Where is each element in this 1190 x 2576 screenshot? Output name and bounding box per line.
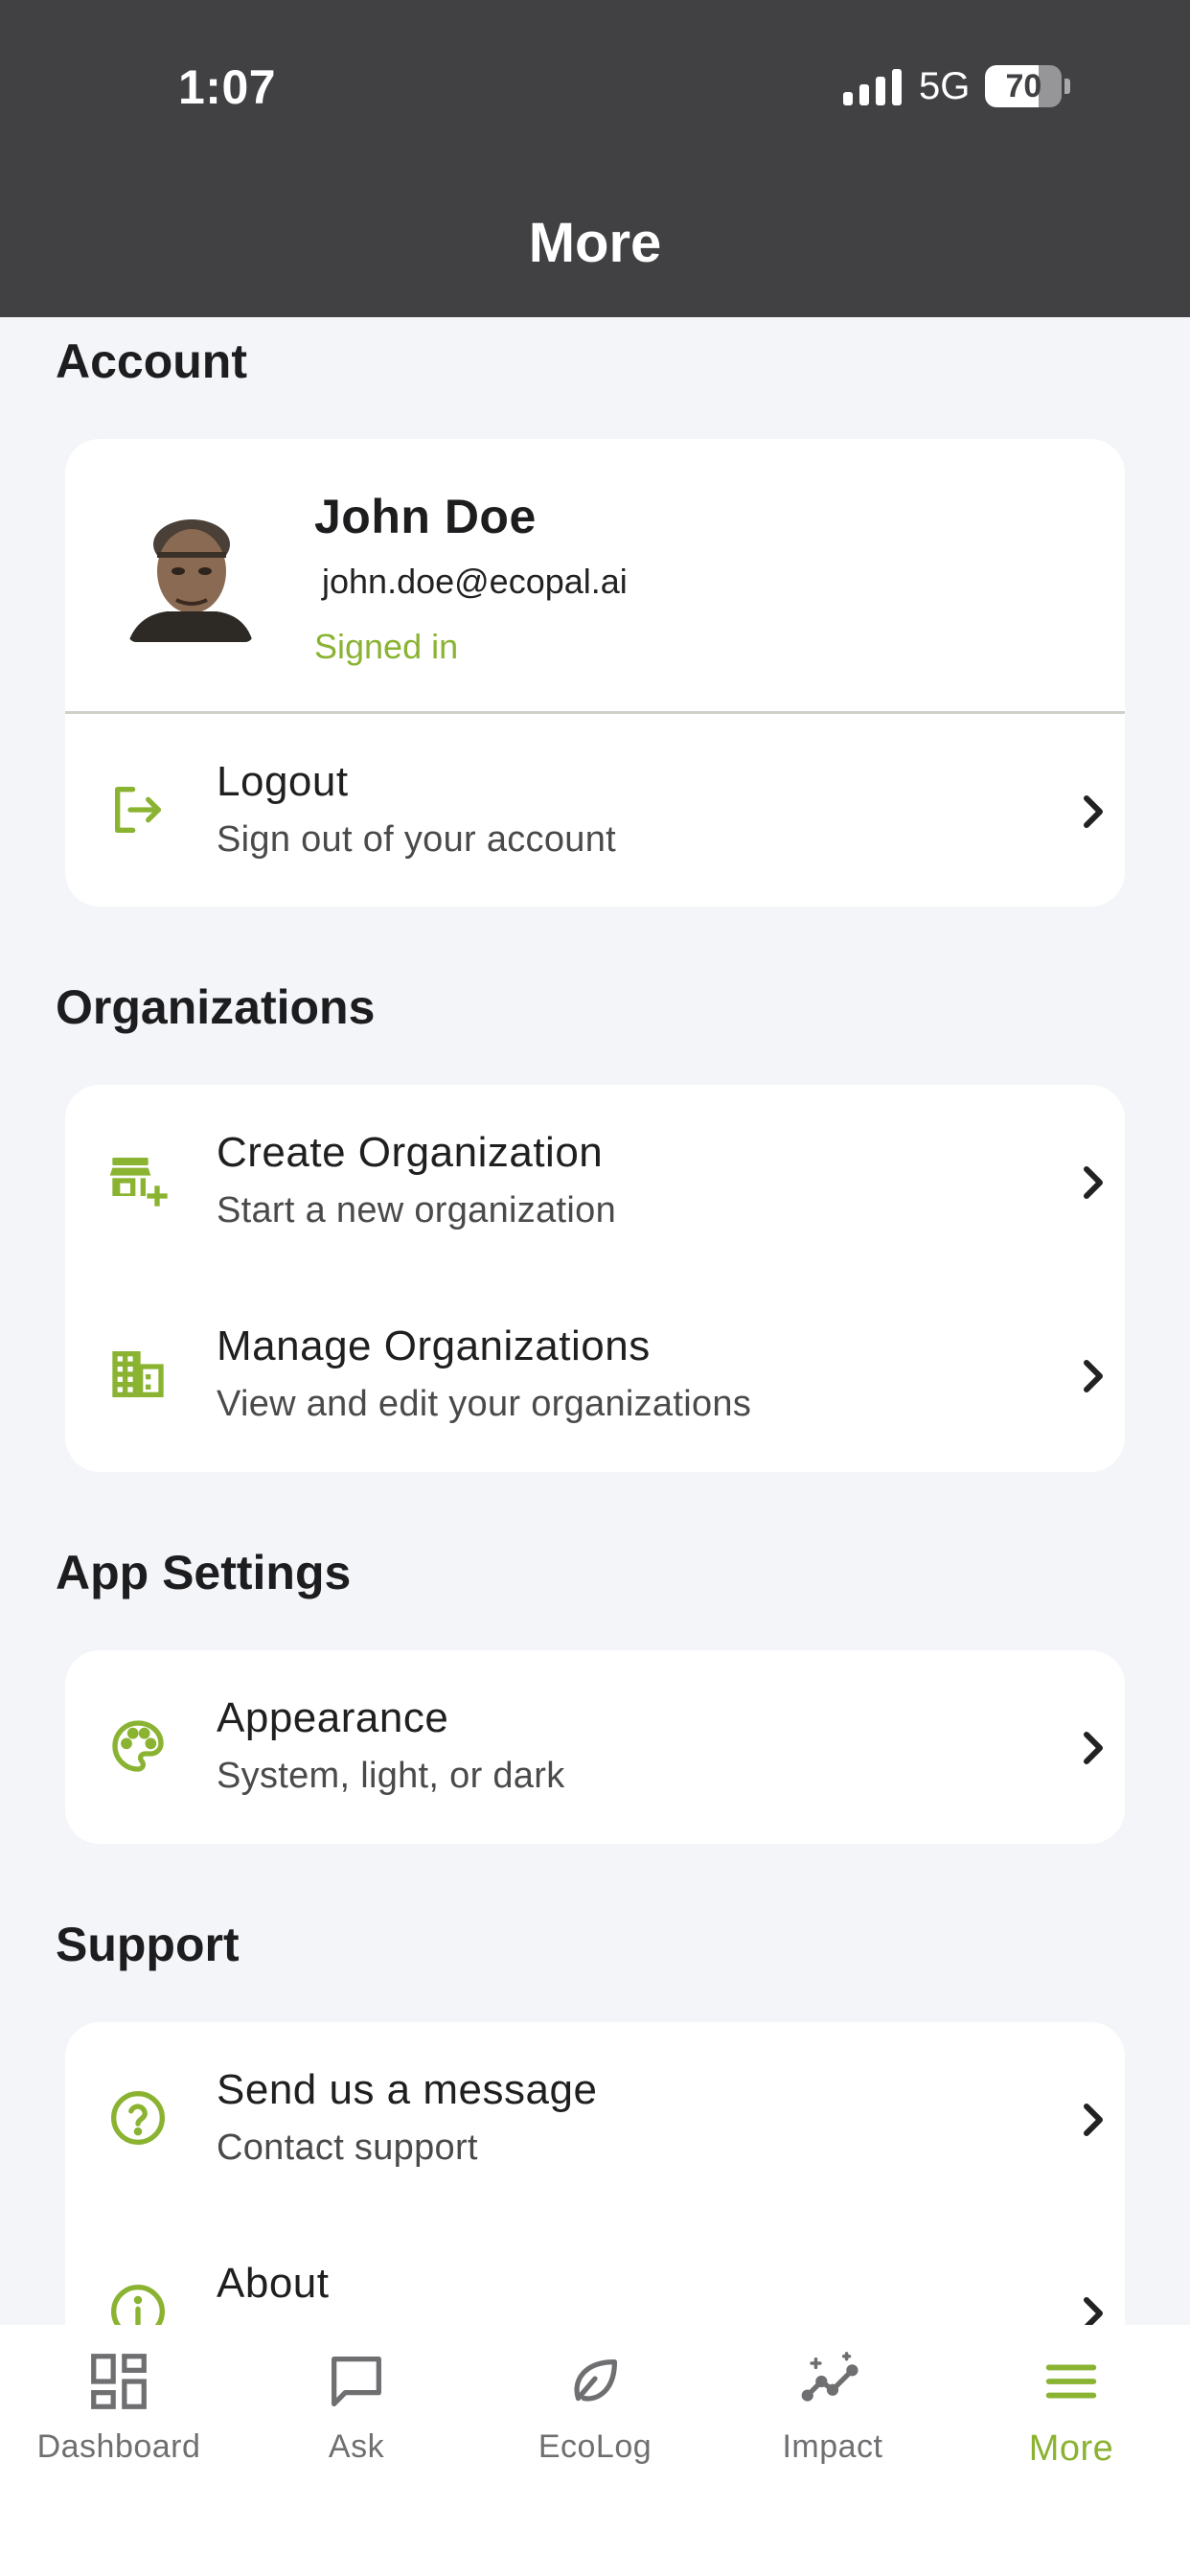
battery-nub	[1064, 79, 1071, 94]
tab-label: Impact	[782, 2428, 883, 2465]
appearance-row[interactable]: Appearance System, light, or dark	[65, 1650, 1125, 1844]
tab-ecolog[interactable]: EcoLog	[476, 2348, 714, 2501]
status-time: 1:07	[178, 60, 277, 114]
logout-subtitle: Sign out of your account	[217, 819, 617, 860]
chevron-right-icon	[1073, 1160, 1111, 1206]
palette-icon	[107, 1715, 169, 1777]
app-header: 1:07 5G 70 More	[0, 0, 1190, 317]
appearance-subtitle: System, light, or dark	[217, 1756, 565, 1796]
building-icon	[107, 1344, 169, 1405]
section-title-organizations: Organizations	[56, 980, 376, 1034]
chevron-right-icon	[1073, 789, 1111, 835]
tab-label: Ask	[328, 2428, 385, 2465]
profile-email: john.doe@ecopal.ai	[322, 562, 628, 601]
create-organization-row[interactable]: Create Organization Start a new organiza…	[65, 1085, 1125, 1278]
logout-title: Logout	[217, 758, 349, 805]
battery-icon: 70	[985, 65, 1063, 107]
section-title-app-settings: App Settings	[56, 1546, 352, 1599]
organizations-card: Create Organization Start a new organiza…	[65, 1085, 1125, 1472]
section-title-support: Support	[56, 1918, 240, 1971]
logout-row[interactable]: Logout Sign out of your account	[65, 714, 1125, 907]
signal-icon	[843, 67, 902, 105]
manage-organizations-row[interactable]: Manage Organizations View and edit your …	[65, 1278, 1125, 1472]
bottom-tab-bar: Dashboard Ask EcoLog Impact More	[0, 2325, 1190, 2576]
dashboard-icon	[85, 2348, 152, 2415]
about-title: About	[217, 2260, 330, 2307]
tab-more[interactable]: More	[952, 2348, 1190, 2501]
tab-ask[interactable]: Ask	[238, 2348, 475, 2501]
create-organization-title: Create Organization	[217, 1129, 604, 1176]
avatar	[128, 508, 253, 642]
app-settings-card: Appearance System, light, or dark	[65, 1650, 1125, 1844]
page-title: More	[528, 212, 662, 274]
chat-icon	[323, 2348, 390, 2415]
chevron-right-icon	[1073, 1725, 1111, 1771]
profile-summary[interactable]: John Doe john.doe@ecopal.ai Signed in	[65, 439, 1125, 711]
sparkle-chart-icon	[799, 2348, 866, 2415]
send-message-title: Send us a message	[217, 2066, 598, 2113]
help-circle-icon	[107, 2087, 169, 2149]
leaf-icon	[561, 2348, 629, 2415]
appearance-title: Appearance	[217, 1694, 449, 1741]
store-plus-icon	[107, 1150, 169, 1211]
tab-impact[interactable]: Impact	[714, 2348, 951, 2501]
battery-level: 70	[1005, 68, 1042, 104]
section-title-account: Account	[56, 334, 247, 388]
logout-icon	[107, 779, 169, 840]
tab-dashboard[interactable]: Dashboard	[0, 2348, 238, 2501]
chevron-right-icon	[1073, 2097, 1111, 2143]
tab-label: Dashboard	[36, 2428, 201, 2465]
profile-name: John Doe	[314, 490, 537, 543]
tab-label: EcoLog	[538, 2428, 652, 2465]
manage-organizations-title: Manage Organizations	[217, 1322, 651, 1369]
manage-organizations-subtitle: View and edit your organizations	[217, 1384, 752, 1424]
status-indicators: 5G 70	[843, 63, 1071, 109]
send-message-subtitle: Contact support	[217, 2128, 478, 2168]
create-organization-subtitle: Start a new organization	[217, 1190, 616, 1230]
menu-icon	[1038, 2348, 1105, 2415]
network-type: 5G	[919, 64, 971, 107]
tab-label: More	[1028, 2428, 1114, 2469]
send-message-row[interactable]: Send us a message Contact support	[65, 2022, 1125, 2216]
signed-in-status: Signed in	[314, 627, 459, 666]
chevron-right-icon	[1073, 1353, 1111, 1399]
account-card: John Doe john.doe@ecopal.ai Signed in Lo…	[65, 439, 1125, 907]
